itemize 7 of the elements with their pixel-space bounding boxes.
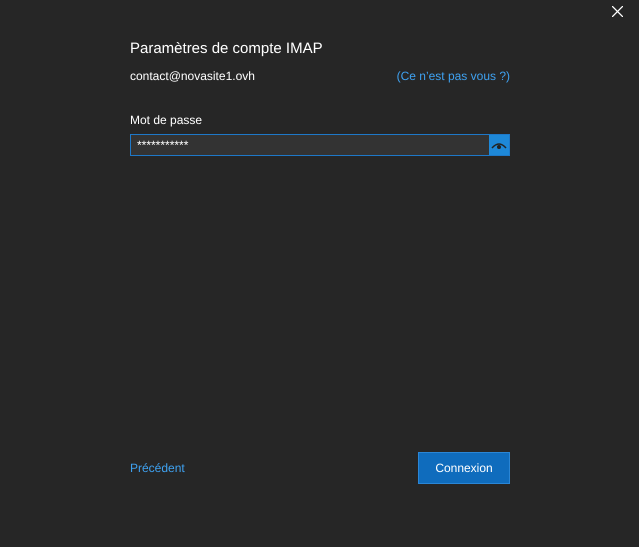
password-label: Mot de passe xyxy=(130,112,204,128)
account-email: contact@novasite1.ovh xyxy=(130,68,255,84)
connect-button[interactable]: Connexion xyxy=(418,452,510,484)
back-link[interactable]: Précédent xyxy=(130,459,185,477)
dialog-title: Paramètres de compte IMAP xyxy=(130,39,324,59)
close-icon[interactable] xyxy=(612,6,623,17)
not-you-link[interactable]: (Ce n’est pas vous ?) xyxy=(396,66,510,84)
